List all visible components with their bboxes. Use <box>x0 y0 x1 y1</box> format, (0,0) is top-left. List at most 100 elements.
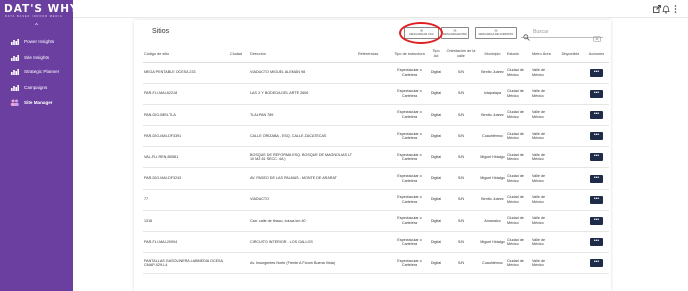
table-cell <box>557 189 584 211</box>
table-cell: VIADUCTO MIGUEL ALEMÁN 98 <box>249 62 357 84</box>
brand-logo[interactable]: DAT'S WHY <box>4 3 79 15</box>
search-input[interactable]: Buscar <box>533 29 549 35</box>
sidebar-item-strategic-planner[interactable]: Strategic Planner <box>0 66 73 77</box>
sidebar-item-label: Site Insights <box>24 55 50 60</box>
table-cell: Benito Juárez <box>479 189 506 211</box>
table-cell: Ciudad de México <box>506 104 531 127</box>
sites-table: Código de sitio Ciudad Dirección Referen… <box>143 46 609 275</box>
table-cell: Ciudad de México <box>506 146 531 169</box>
table-cell: Ciudad de México <box>506 252 531 275</box>
table-cell: 1316 <box>143 210 229 233</box>
table-cell: Valle de México <box>531 210 557 233</box>
table-cell: Espectacular o Cartelera <box>390 210 429 233</box>
table-cell: LAS X Y BODEGA DEL ARTE 2606 <box>249 83 357 105</box>
sidebar-item-site-insights[interactable]: Site Insights <box>0 52 73 63</box>
top-bar <box>73 0 688 18</box>
table-cell: Ciudad de México <box>506 189 531 211</box>
sidebar-item-site-manager[interactable]: Site Manager <box>0 97 73 108</box>
bars-icon <box>10 54 19 61</box>
sidebar-item-label: Campaigns <box>24 85 48 90</box>
table-cell <box>557 125 584 148</box>
table-cell: Digital <box>429 210 443 233</box>
row-actions-button[interactable]: ••• <box>590 68 603 77</box>
row-actions-button[interactable]: ••• <box>590 174 603 183</box>
table-row: PAR-DIG-MAI-DF3391 CALLE ORIZABA - ESQ. C… <box>143 125 609 148</box>
table-cell: Cuauhtémoc <box>479 125 506 148</box>
table-row: PAR-FLI-MAI-62218 LAS X Y BODEGA DEL ARTE… <box>143 83 609 105</box>
download-pdf-label: DESCARGAR PDF <box>442 32 468 37</box>
column-header[interactable]: Referencias <box>357 46 390 63</box>
table-cell: Espectacular o Cartelera <box>390 62 429 84</box>
download-format-button[interactable]: 🗎 DESCARGA DE FORMATO <box>475 27 517 39</box>
bell-icon[interactable] <box>661 4 670 14</box>
table-cell: Valle de México <box>531 167 557 190</box>
table-cell: AV. PASEO DE LAS PALMAS - MONTE DE ARARA… <box>249 167 357 190</box>
table-cell: PAN-DIG-BEN-TLA <box>143 104 229 127</box>
table-row: PAR-FLI-MAI-20094 CIRCUITO INTERIOR - LOS… <box>143 231 609 254</box>
table-cell: MEGA PENTABLE OCESA 233 <box>143 62 229 84</box>
table-cell: PAR-FLI-MAI-20094 <box>143 231 229 254</box>
table-row: MEGA PENTABLE OCESA 233 VIADUCTO MIGUEL A… <box>143 62 609 84</box>
table-cell: Benito Juárez <box>479 62 506 84</box>
table-cell: Ciudad de México <box>506 210 531 233</box>
sidebar-item-power-insights[interactable]: Power Insights <box>0 36 73 47</box>
table-cell: PAR-DIG-MAI-DF3243 <box>143 167 229 190</box>
table-cell: Valle de México <box>531 62 557 84</box>
column-header[interactable]: Tipo de estructura <box>390 46 429 63</box>
column-header[interactable]: Código de sitio <box>143 46 229 63</box>
page-title: Sitios <box>152 28 170 35</box>
table-cell: Valle de México <box>531 104 557 127</box>
column-header[interactable]: Dirección <box>249 46 357 63</box>
search-field[interactable]: Buscar <box>521 26 603 42</box>
column-header[interactable]: Ciudad <box>229 46 249 63</box>
chevron-up-icon[interactable]: ⌃ <box>0 22 73 32</box>
column-header[interactable]: Estado <box>506 46 531 63</box>
column-header[interactable]: Municipio <box>479 46 506 63</box>
table-cell <box>229 146 249 169</box>
table-cell: VAL-FLI-REN-B0581 <box>143 146 229 169</box>
more-vertical-icon[interactable] <box>671 4 680 14</box>
row-actions-button[interactable]: ••• <box>590 259 603 268</box>
table-cell <box>357 83 390 105</box>
download-pdf-button[interactable]: 🗎 DESCARGAR PDF <box>441 27 469 39</box>
table-cell: S/N <box>443 210 479 233</box>
table-cell <box>357 252 390 275</box>
actions-cell: ••• <box>584 231 609 254</box>
people-icon <box>10 99 19 106</box>
row-actions-button[interactable]: ••• <box>590 132 603 141</box>
table-cell: S/N <box>443 231 479 254</box>
table-cell: S/N <box>443 146 479 169</box>
column-header[interactable]: Orientación de la calle <box>443 46 479 63</box>
table-cell: CIRCUITO INTERIOR - LOS GALLOS <box>249 231 357 254</box>
table-cell <box>357 125 390 148</box>
table-cell <box>557 146 584 169</box>
row-actions-button[interactable]: ••• <box>590 238 603 247</box>
table-cell: Iztapalapa <box>479 83 506 105</box>
table-cell <box>357 167 390 190</box>
table-cell <box>229 125 249 148</box>
table-cell: Ciudad de México <box>506 83 531 105</box>
table-cell: 77 <box>143 189 229 211</box>
actions-cell: ••• <box>584 146 609 169</box>
table-cell <box>557 104 584 127</box>
search-icon <box>523 28 530 46</box>
row-actions-button[interactable]: ••• <box>590 89 603 98</box>
table-cell: PANTALLAS GASOLINERA LABMEDIA OCESA CMAP… <box>143 252 229 275</box>
export-icon[interactable] <box>652 4 661 14</box>
row-actions-button[interactable]: ••• <box>590 153 603 162</box>
table-cell: Digital <box>429 62 443 84</box>
table-cell: Espectacular o Cartelera <box>390 125 429 148</box>
table-cell: S/N <box>443 62 479 84</box>
actions-cell: ••• <box>584 167 609 190</box>
clear-search-icon[interactable] <box>593 29 601 47</box>
column-header[interactable]: Tipo Ad <box>429 46 443 63</box>
column-header[interactable]: Metro Área <box>531 46 557 63</box>
highlight-circle <box>399 22 443 44</box>
table-cell <box>357 146 390 169</box>
row-actions-button[interactable]: ••• <box>590 195 603 204</box>
sidebar-item-campaigns[interactable]: Campaigns <box>0 82 73 93</box>
column-header[interactable]: Disponible <box>557 46 584 63</box>
row-actions-button[interactable]: ••• <box>590 110 603 119</box>
row-actions-button[interactable]: ••• <box>590 216 603 225</box>
table-cell: Av. Insurgentes Norte (Frente A Fórum Bu… <box>249 252 357 275</box>
